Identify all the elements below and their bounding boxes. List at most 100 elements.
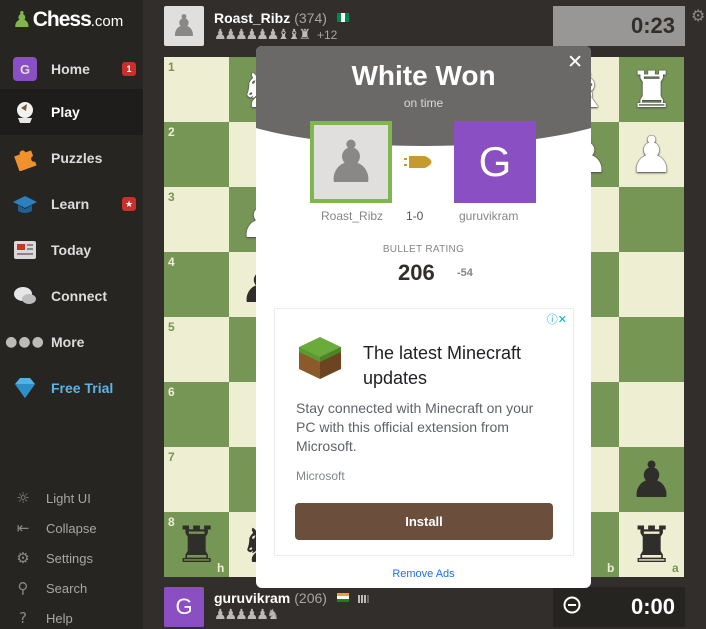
loser-name: guruvikram bbox=[459, 209, 519, 223]
collapse-arrow-icon: ⇤ bbox=[16, 519, 30, 537]
material-advantage: +12 bbox=[316, 28, 338, 42]
board-square[interactable] bbox=[619, 382, 684, 447]
file-label: b bbox=[607, 561, 615, 575]
help-link[interactable]: ? Help bbox=[12, 607, 73, 629]
winner-name: Roast_Ribz bbox=[321, 209, 384, 223]
sidebar-item-learn[interactable]: Learn ★ bbox=[0, 181, 143, 227]
sidebar-item-free-trial[interactable]: Free Trial bbox=[0, 365, 143, 411]
bottom-player-name[interactable]: guruvikram bbox=[214, 590, 290, 606]
board-square[interactable] bbox=[619, 317, 684, 382]
search-icon: ⚲ bbox=[17, 579, 29, 597]
ad-headline[interactable]: The latest Minecraft updates bbox=[363, 341, 563, 391]
white-pawn-piece[interactable]: ♟ bbox=[619, 122, 684, 187]
top-player-rating: (374) bbox=[294, 10, 327, 26]
ad-choices-icon[interactable]: ⓘ✕ bbox=[547, 311, 567, 327]
bullet-icon bbox=[404, 155, 440, 174]
newspaper-icon bbox=[12, 237, 38, 263]
sidebar-item-label: More bbox=[51, 334, 85, 350]
rank-label: 1 bbox=[168, 60, 175, 74]
diamond-icon bbox=[12, 375, 38, 401]
rank-label: 3 bbox=[168, 190, 175, 204]
white-rook-piece[interactable]: ♜ bbox=[619, 57, 684, 122]
footer-label: Search bbox=[46, 580, 88, 596]
bottom-clock: 0:00 bbox=[553, 587, 685, 627]
game-score: 1-0 bbox=[406, 209, 424, 223]
black-pawn-piece[interactable]: ♟ bbox=[619, 447, 684, 512]
board-settings-gear-icon[interactable]: ⚙ bbox=[691, 6, 705, 25]
modal-title: White Won bbox=[351, 60, 496, 91]
notification-badge: 1 bbox=[122, 62, 136, 76]
board-square[interactable] bbox=[619, 187, 684, 252]
help-icon: ? bbox=[19, 609, 27, 627]
install-button[interactable]: Install bbox=[295, 503, 553, 540]
bottom-player-avatar[interactable]: G bbox=[164, 587, 204, 627]
footer-label: Help bbox=[46, 610, 73, 626]
rank-label: 6 bbox=[168, 385, 175, 399]
bottom-player-rating: (206) bbox=[294, 590, 327, 606]
sidebar-item-label: Learn bbox=[51, 196, 90, 212]
more-dots-icon: ●●● bbox=[5, 334, 45, 350]
sidebar-item-label: Connect bbox=[51, 288, 107, 304]
black-rook-piece[interactable]: ♜ bbox=[619, 512, 684, 577]
pawn-logo-icon: ♟ bbox=[12, 7, 32, 33]
minecraft-grass-block-icon bbox=[297, 335, 343, 381]
footer-label: Light UI bbox=[46, 490, 91, 506]
sidebar: ♟ Chess.com G Home 1 Play Puzzles Learn … bbox=[0, 0, 143, 629]
logo-suffix: .com bbox=[90, 13, 124, 30]
puzzle-icon bbox=[12, 145, 38, 171]
rank-label: 5 bbox=[168, 320, 175, 334]
top-player-name[interactable]: Roast_Ribz bbox=[214, 10, 290, 26]
connection-bars-icon bbox=[357, 590, 370, 606]
rating-delta: -54 bbox=[457, 267, 473, 279]
board-square[interactable] bbox=[619, 252, 684, 317]
sidebar-item-label: Today bbox=[51, 242, 92, 258]
light-ui-toggle[interactable]: ☼ Light UI bbox=[12, 487, 91, 509]
black-rook-piece[interactable]: ♜ bbox=[164, 512, 229, 577]
footer-label: Settings bbox=[46, 550, 93, 566]
close-icon[interactable]: ✕ bbox=[567, 51, 583, 73]
bottom-player-bar: G guruvikram (206) ♟♟♟♟♟♞ bbox=[164, 587, 370, 629]
graduation-cap-icon bbox=[12, 191, 38, 217]
captured-pieces: ♟♟♟♟♟♟♝♝♜ bbox=[214, 27, 311, 43]
pawn-avatar-icon: ♟ bbox=[170, 8, 198, 44]
sidebar-item-label: Home bbox=[51, 61, 90, 77]
sidebar-item-label: Free Trial bbox=[51, 380, 114, 396]
bottom-clock-time: 0:00 bbox=[630, 594, 675, 619]
logo-text: Chess bbox=[32, 8, 92, 31]
chat-bubble-icon bbox=[12, 283, 38, 309]
footer-label: Collapse bbox=[46, 520, 97, 536]
sidebar-item-home[interactable]: G Home 1 bbox=[0, 46, 143, 92]
search-link[interactable]: ⚲ Search bbox=[12, 577, 88, 599]
settings-link[interactable]: ⚙ Settings bbox=[12, 547, 93, 569]
ad-body: Stay connected with Minecraft on your PC… bbox=[296, 400, 534, 454]
sidebar-item-connect[interactable]: Connect bbox=[0, 273, 143, 319]
sidebar-item-play[interactable]: Play bbox=[0, 89, 143, 135]
remove-ads-link[interactable]: Remove Ads bbox=[256, 568, 591, 580]
advertisement[interactable]: ⓘ✕ The latest Minecraft updates Stay con… bbox=[274, 308, 574, 556]
rating-label: BULLET RATING bbox=[382, 244, 465, 255]
modal-subtitle: on time bbox=[403, 96, 444, 110]
game-over-modal: White Won on time ✕ ♟ G Roast_Ribz 1-0 g… bbox=[256, 46, 591, 588]
sidebar-item-label: Puzzles bbox=[51, 150, 103, 166]
pawn-avatar-icon: ♟ bbox=[325, 128, 377, 196]
rank-label: 4 bbox=[168, 255, 175, 269]
rank-label: 2 bbox=[168, 125, 175, 139]
play-hand-icon bbox=[12, 99, 38, 125]
loser-avatar: G bbox=[454, 121, 536, 203]
nigeria-flag-icon bbox=[336, 9, 349, 22]
top-player-avatar[interactable]: ♟ bbox=[164, 6, 204, 46]
ad-source: Microsoft bbox=[296, 469, 345, 483]
india-flag-icon bbox=[336, 589, 349, 602]
sidebar-item-today[interactable]: Today bbox=[0, 227, 143, 273]
rank-label: 7 bbox=[168, 450, 175, 464]
clock-icon bbox=[563, 594, 581, 620]
home-avatar-icon: G bbox=[13, 57, 37, 81]
winner-avatar: ♟ bbox=[310, 121, 392, 203]
collapse-button[interactable]: ⇤ Collapse bbox=[12, 517, 97, 539]
sun-icon: ☼ bbox=[16, 489, 30, 507]
sidebar-item-puzzles[interactable]: Puzzles bbox=[0, 135, 143, 181]
sidebar-item-more[interactable]: ●●● More bbox=[0, 319, 143, 365]
sidebar-item-label: Play bbox=[51, 104, 80, 120]
chess-logo[interactable]: ♟ Chess.com bbox=[12, 6, 123, 34]
gear-icon: ⚙ bbox=[16, 549, 30, 567]
